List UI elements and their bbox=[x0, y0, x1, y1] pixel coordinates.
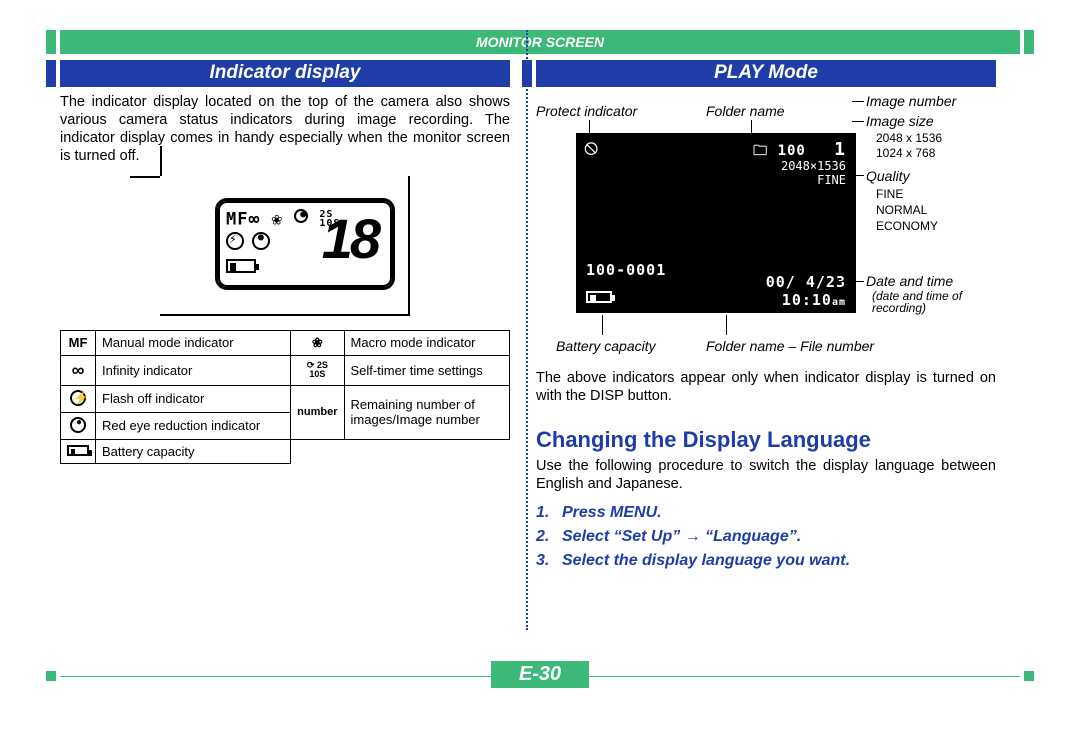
page-footer: E-30 bbox=[60, 661, 1020, 688]
header-title: MONITOR SCREEN bbox=[476, 34, 604, 50]
label-date-time: Date and time bbox=[866, 273, 953, 289]
protect-icon: 🛇 bbox=[584, 139, 598, 163]
table-row: ∞ Infinity indicator ⟳ 2S10S Self-timer … bbox=[61, 355, 510, 385]
step-3: 3.Select the display language you want. bbox=[536, 552, 996, 570]
page-number: E-30 bbox=[491, 661, 589, 688]
label-quality: Quality bbox=[866, 168, 910, 184]
header-bar: MONITOR SCREEN bbox=[60, 30, 1020, 54]
indicator-display-heading: Indicator display bbox=[60, 60, 510, 87]
battery-icon-cell bbox=[61, 439, 96, 463]
red-eye-icon-cell bbox=[61, 412, 96, 439]
battery-icon bbox=[586, 291, 612, 307]
label-battery-capacity: Battery capacity bbox=[556, 338, 656, 354]
play-mode-note: The above indicators appear only when in… bbox=[536, 369, 996, 405]
column-divider bbox=[526, 30, 528, 630]
macro-icon: ❀ bbox=[272, 209, 283, 229]
infinity-icon-cell: ∞ bbox=[61, 355, 96, 385]
mf-icon-cell: MF bbox=[61, 330, 96, 355]
label-image-number: Image number bbox=[866, 93, 956, 109]
indicator-display-para: The indicator display located on the top… bbox=[60, 93, 510, 166]
battery-icon bbox=[226, 259, 256, 277]
manual-page: MONITOR SCREEN Indicator display The ind… bbox=[60, 30, 1020, 700]
left-column: Indicator display The indicator display … bbox=[60, 60, 510, 576]
step-1: 1.Press MENU. bbox=[536, 504, 996, 522]
steps-list: 1.Press MENU. 2.Select “Set Up” → “Langu… bbox=[536, 504, 996, 570]
red-eye-icon bbox=[252, 232, 270, 250]
macro-icon-cell: ❀ bbox=[291, 330, 344, 355]
changing-language-para: Use the following procedure to switch th… bbox=[536, 457, 996, 493]
step-2: 2.Select “Set Up” → “Language”. bbox=[536, 528, 996, 546]
play-mode-diagram: Protect indicator Folder name Image numb… bbox=[536, 93, 996, 363]
lcd-image-count: 18 bbox=[322, 215, 378, 263]
indicator-table: MF Manual mode indicator ❀ Macro mode in… bbox=[60, 330, 510, 464]
table-row: MF Manual mode indicator ❀ Macro mode in… bbox=[61, 330, 510, 355]
self-timer-icon bbox=[294, 209, 308, 223]
flash-off-icon bbox=[226, 232, 244, 250]
table-row: Battery capacity bbox=[61, 439, 510, 463]
label-image-size: Image size bbox=[866, 113, 934, 129]
play-mode-heading: PLAY Mode bbox=[536, 60, 996, 87]
table-row: Flash off indicator number Remaining num… bbox=[61, 385, 510, 412]
right-column: PLAY Mode Protect indicator Folder name … bbox=[536, 60, 996, 576]
label-folder-file: Folder name – File number bbox=[706, 338, 874, 354]
number-cell: number bbox=[291, 385, 344, 439]
folder-icon: 🗀 bbox=[753, 143, 768, 159]
changing-language-heading: Changing the Display Language bbox=[536, 427, 996, 453]
label-protect: Protect indicator bbox=[536, 103, 637, 119]
flash-off-icon-cell bbox=[61, 385, 96, 412]
play-mode-screen: 🛇 🗀 100 1 2048×1536 FINE 100-0001 00/ 4/… bbox=[576, 133, 856, 313]
timer-icon-cell: ⟳ 2S10S bbox=[291, 355, 344, 385]
lcd-figure: MF∞ ❀ 2S10S bbox=[160, 176, 410, 316]
label-folder: Folder name bbox=[706, 103, 785, 119]
